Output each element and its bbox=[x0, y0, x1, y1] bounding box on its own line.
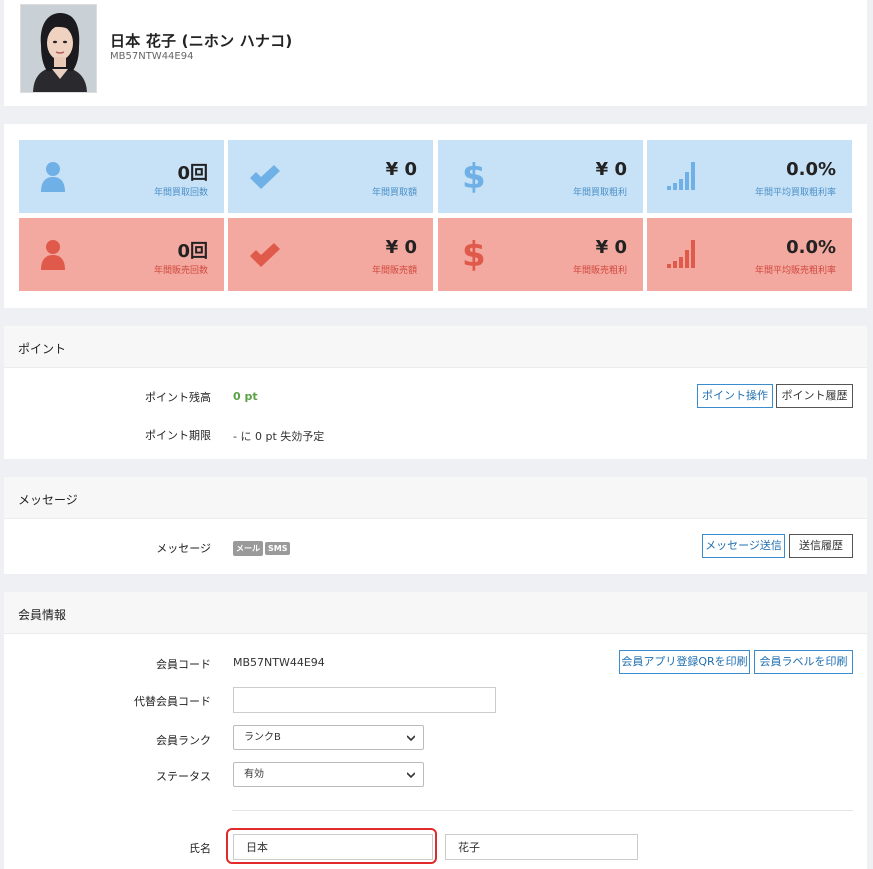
point-history-button[interactable]: ポイント履歴 bbox=[776, 384, 853, 408]
point-operate-button[interactable]: ポイント操作 bbox=[697, 384, 773, 408]
stat-value: ¥ 0 bbox=[595, 237, 627, 258]
sms-badge: SMS bbox=[265, 542, 291, 555]
stat-annual-buy-profit: $ ¥ 0 年間買取粗利 bbox=[438, 140, 643, 213]
send-history-button[interactable]: 送信履歴 bbox=[789, 534, 853, 558]
stat-label: 年間買取額 bbox=[371, 188, 417, 198]
member-code-value: MB57NTW44E94 bbox=[233, 656, 325, 669]
stat-annual-buy-amount: ¥ 0 年間買取額 bbox=[228, 140, 433, 213]
check-icon bbox=[250, 243, 280, 267]
points-section: ポイント ポイント残高 0 pt ポイント操作 ポイント履歴 ポイント期限 - … bbox=[4, 326, 867, 459]
user-icon bbox=[41, 240, 65, 270]
stat-annual-sell-count: 0回 年間販売回数 bbox=[19, 218, 224, 291]
stat-label: 年間買取粗利 bbox=[572, 188, 627, 198]
stat-annual-sell-amount: ¥ 0 年間販売額 bbox=[228, 218, 433, 291]
member-code-label: 会員コード bbox=[156, 658, 211, 671]
message-label: メッセージ bbox=[156, 542, 211, 555]
member-rank-label: 会員ランク bbox=[156, 734, 211, 747]
chevron-down-icon bbox=[407, 735, 415, 742]
first-name-input[interactable] bbox=[445, 834, 638, 860]
points-section-header: ポイント bbox=[4, 326, 867, 368]
member-info-section-header: 会員情報 bbox=[4, 592, 867, 634]
stat-label: 年間販売粗利 bbox=[572, 266, 627, 276]
chevron-down-icon bbox=[407, 772, 415, 779]
stat-label: 年間販売額 bbox=[371, 266, 417, 276]
stat-value: 0.0% bbox=[786, 159, 836, 180]
stats-panel: 0回 年間買取回数 ¥ 0 年間買取額 $ ¥ 0 年間買取粗利 0.0% 年間… bbox=[4, 124, 867, 308]
full-name-label: 氏名 bbox=[189, 842, 211, 855]
member-name-title: 日本 花子 (ニホン ハナコ) bbox=[110, 32, 293, 50]
point-expiry-label: ポイント期限 bbox=[145, 429, 211, 442]
send-message-button[interactable]: メッセージ送信 bbox=[702, 534, 785, 558]
mail-badge: メール bbox=[233, 541, 263, 556]
messages-section: メッセージ メッセージ メール SMS メッセージ送信 送信履歴 bbox=[4, 477, 867, 574]
status-label: ステータス bbox=[156, 770, 211, 783]
stat-value: ¥ 0 bbox=[595, 159, 627, 180]
check-icon bbox=[250, 165, 280, 189]
user-icon bbox=[41, 162, 65, 192]
svg-text:$: $ bbox=[462, 158, 486, 194]
print-app-qr-button[interactable]: 会員アプリ登録QRを印刷 bbox=[619, 650, 750, 674]
signal-bars-icon bbox=[667, 162, 695, 190]
status-select[interactable]: 有効 bbox=[233, 762, 424, 787]
dollar-icon: $ bbox=[462, 158, 486, 194]
stat-annual-buy-count: 0回 年間買取回数 bbox=[19, 140, 224, 213]
section-divider bbox=[232, 810, 853, 811]
stat-value: 0回 bbox=[177, 163, 208, 184]
last-name-input[interactable] bbox=[233, 834, 433, 860]
point-balance-value: 0 pt bbox=[233, 390, 258, 403]
member-rank-select[interactable]: ランクB bbox=[233, 725, 424, 750]
profile-photo bbox=[20, 4, 97, 93]
stat-label: 年間買取回数 bbox=[153, 188, 208, 198]
signal-bars-icon bbox=[667, 240, 695, 268]
point-expiry-value: - に 0 pt 失効予定 bbox=[233, 430, 325, 443]
member-rank-selected: ランクB bbox=[244, 732, 281, 743]
stat-annual-avg-sell-margin: 0.0% 年間平均販売粗利率 bbox=[647, 218, 852, 291]
stat-value: ¥ 0 bbox=[385, 237, 417, 258]
message-channel-badges: メール SMS bbox=[233, 541, 292, 556]
alt-member-code-label: 代替会員コード bbox=[134, 695, 211, 708]
stat-value: ¥ 0 bbox=[385, 159, 417, 180]
stat-label: 年間販売回数 bbox=[153, 266, 208, 276]
svg-text:$: $ bbox=[462, 236, 486, 272]
stat-value: 0回 bbox=[177, 241, 208, 262]
member-info-section: 会員情報 会員コード MB57NTW44E94 会員アプリ登録QRを印刷 会員ラ… bbox=[4, 592, 867, 869]
status-selected: 有効 bbox=[244, 769, 264, 780]
stat-annual-avg-buy-margin: 0.0% 年間平均買取粗利率 bbox=[647, 140, 852, 213]
dollar-icon: $ bbox=[462, 236, 486, 272]
alt-member-code-input[interactable] bbox=[233, 687, 496, 713]
stat-label: 年間平均販売粗利率 bbox=[754, 266, 836, 276]
stat-value: 0.0% bbox=[786, 237, 836, 258]
member-code-subtitle: MB57NTW44E94 bbox=[110, 51, 194, 62]
messages-section-header: メッセージ bbox=[4, 477, 867, 519]
print-member-label-button[interactable]: 会員ラベルを印刷 bbox=[754, 650, 853, 674]
point-balance-label: ポイント残高 bbox=[145, 391, 211, 404]
stat-annual-sell-profit: $ ¥ 0 年間販売粗利 bbox=[438, 218, 643, 291]
profile-header: 日本 花子 (ニホン ハナコ) MB57NTW44E94 bbox=[4, 0, 867, 106]
stat-label: 年間平均買取粗利率 bbox=[754, 188, 836, 198]
